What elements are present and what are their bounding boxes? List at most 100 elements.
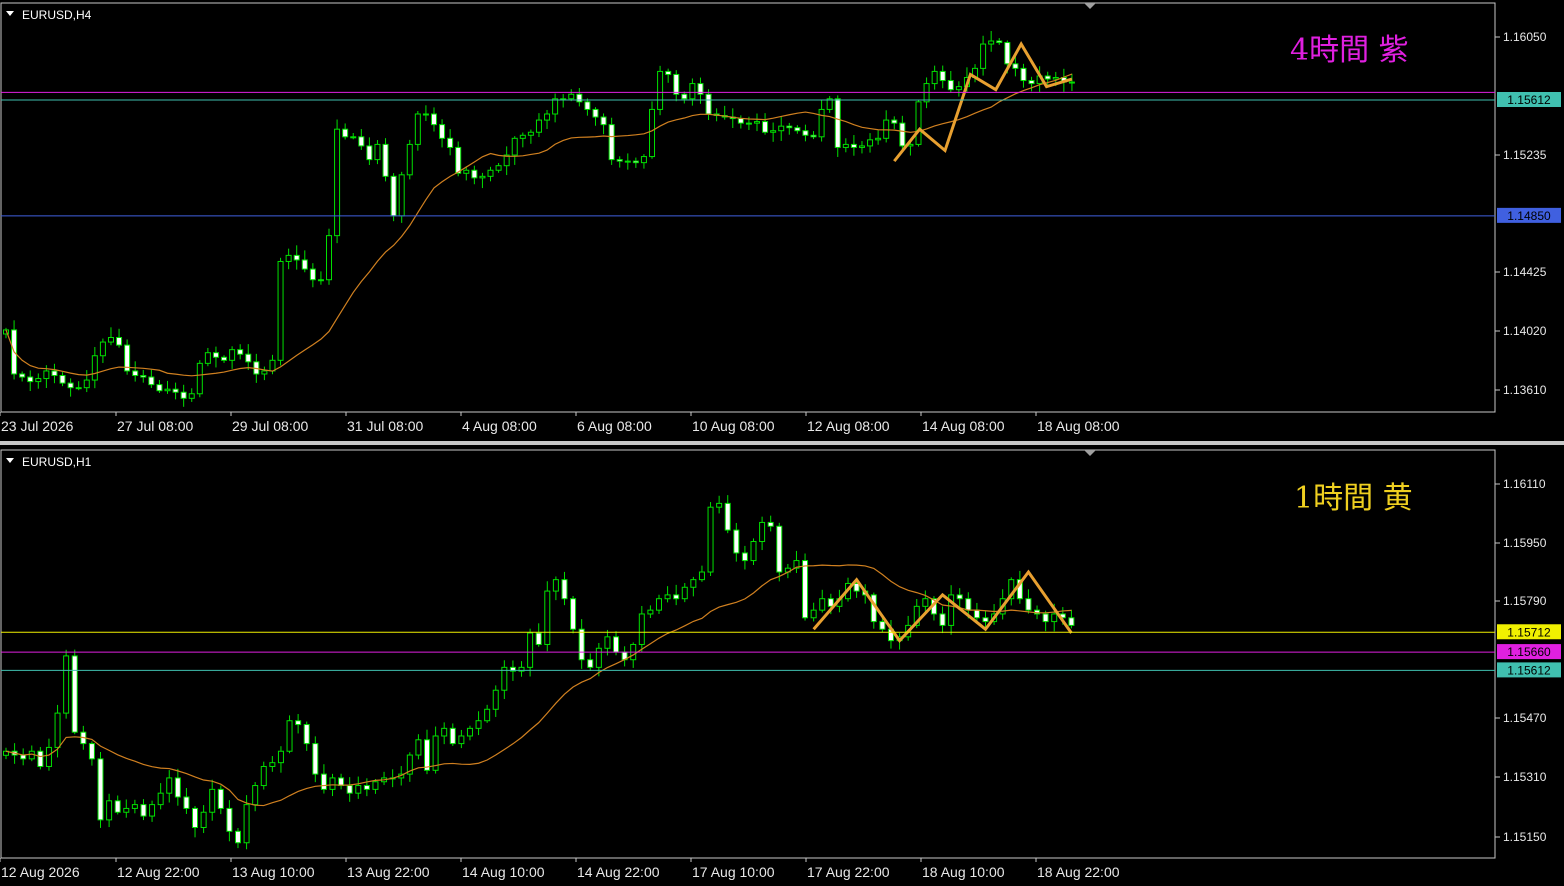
candle-body (234, 830, 241, 844)
time-tick-label: 14 Aug 10:00 (462, 864, 545, 880)
candle-body (664, 594, 671, 600)
candle-body (810, 134, 817, 138)
candle (570, 596, 577, 634)
candle-body (681, 93, 688, 100)
candle-body (487, 169, 494, 177)
candle-body (107, 336, 114, 343)
candle-body (269, 762, 276, 767)
candle-body (842, 143, 849, 148)
candle-body (309, 268, 316, 281)
candle-body (149, 804, 156, 817)
candle-body (196, 362, 203, 395)
candle-body (899, 122, 906, 147)
candle-body (762, 121, 769, 133)
candle-body (245, 353, 252, 363)
candle-body (1051, 613, 1058, 623)
price-level-label: 1.15612 (1507, 93, 1551, 107)
candle-body (455, 146, 462, 174)
candle-body (1020, 67, 1027, 82)
candle-body (75, 387, 82, 390)
candle-body (1042, 613, 1049, 623)
candle (326, 228, 333, 285)
candle-body (204, 352, 211, 364)
candle (71, 649, 78, 735)
candle-body (1025, 598, 1032, 611)
candle-body (326, 235, 333, 281)
candle-body (37, 750, 44, 767)
candle-body (441, 727, 448, 737)
candle-body (188, 393, 195, 399)
candle-body (424, 739, 431, 771)
candle-body (355, 785, 362, 794)
candle-body (116, 336, 123, 346)
candle-body (180, 391, 187, 399)
candle-body (616, 159, 623, 162)
candle-body (123, 807, 130, 813)
candle-body (638, 613, 645, 645)
candle-body (172, 388, 179, 393)
candle-body (174, 777, 181, 798)
price-level-label: 1.15712 (1507, 625, 1551, 639)
candle-body (277, 750, 284, 764)
plot-area[interactable] (0, 2, 1496, 413)
candle-body (834, 98, 841, 148)
candle-body (350, 136, 357, 139)
candle-body (54, 712, 61, 748)
candle-body (140, 375, 147, 378)
plot-area[interactable] (0, 449, 1496, 859)
candle-body (295, 720, 302, 726)
candle (334, 119, 341, 244)
candle-body (398, 174, 405, 217)
candle-body (535, 119, 542, 133)
candle-body (63, 655, 70, 714)
candle-body (390, 175, 397, 217)
candle-body (43, 370, 50, 380)
candle-body (183, 796, 190, 809)
candle-body (632, 160, 639, 164)
candle-body (707, 506, 714, 573)
time-tick-label: 27 Jul 08:00 (117, 418, 193, 434)
time-tick-label: 12 Aug 2026 (1, 864, 80, 880)
candle-body (1052, 77, 1059, 80)
panel-separator[interactable] (0, 441, 1564, 445)
candle-body (71, 655, 78, 733)
chart-panel-h1[interactable]: 1.15712 1.15660 1.15612 1.16110 1.15950 1.157… (0, 449, 1561, 880)
candle-body (157, 792, 164, 806)
chart-panel-h4[interactable]: 1.15612 1.14850 1.16050 1.15235 1.14425 1.140… (0, 2, 1561, 434)
candle (277, 257, 284, 366)
candle-body (293, 254, 300, 261)
time-tick-label: 18 Aug 10:00 (922, 864, 1005, 880)
price-tick-label: 1.15150 (1503, 830, 1547, 844)
candle-body (915, 101, 922, 145)
candle (608, 117, 615, 165)
candle-body (681, 586, 688, 600)
candle-body (883, 119, 890, 139)
candle-body (1004, 42, 1011, 65)
candle-body (595, 647, 602, 668)
candle-body (439, 124, 446, 139)
candle-body (192, 807, 199, 828)
candle-body (552, 579, 559, 592)
candle-body (59, 375, 66, 384)
candle-body (850, 143, 857, 148)
candle-body (1068, 617, 1075, 626)
candle-body (647, 609, 654, 615)
candle-body (980, 43, 987, 69)
candle-body (217, 788, 224, 809)
candle-body (414, 113, 421, 145)
candle-body (604, 636, 611, 649)
candle-body (802, 130, 809, 136)
candle-body (1044, 75, 1051, 80)
candle-body (106, 800, 113, 821)
candle-body (561, 579, 568, 600)
candle-body (83, 379, 90, 389)
candle-body (45, 746, 52, 767)
candle-body (716, 502, 723, 508)
time-tick-label: 17 Aug 10:00 (692, 864, 775, 880)
candle-body (640, 156, 647, 164)
candle (414, 110, 421, 151)
candle (286, 715, 293, 754)
candle-body (166, 777, 173, 794)
candle-body (346, 785, 353, 794)
price-tick-label: 1.15950 (1503, 536, 1547, 550)
